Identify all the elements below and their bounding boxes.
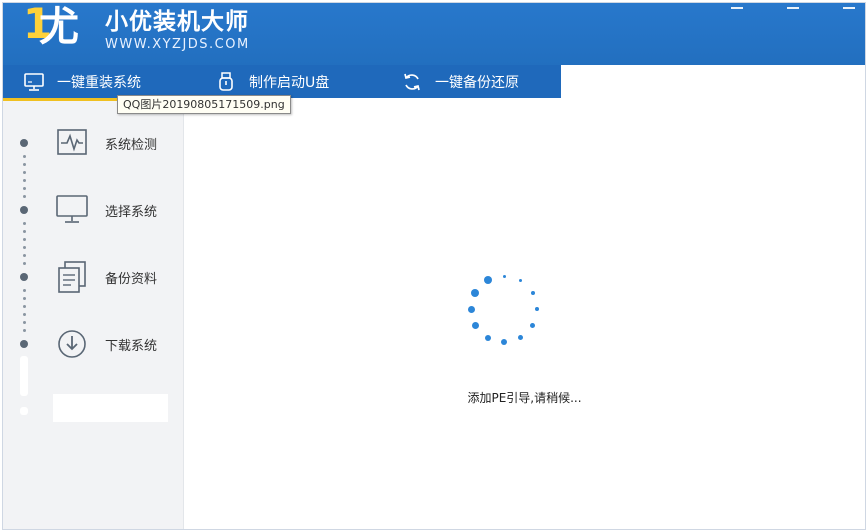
timeline-dot	[23, 321, 26, 324]
file-tooltip: QQ图片20190805171509.png	[117, 95, 291, 114]
menu-icon[interactable]	[731, 3, 743, 9]
timeline-dot	[23, 246, 26, 249]
step-select-system: 选择系统	[55, 193, 157, 227]
timeline-node	[20, 206, 28, 214]
main-content: 添加PE引导,请稍候...	[184, 101, 865, 529]
step-label: 系统检测	[105, 137, 158, 153]
spinner-dot	[471, 322, 479, 329]
timeline-dot	[23, 297, 26, 300]
sidebar-blank-panel	[53, 394, 168, 422]
logo: 1 尤	[23, 3, 85, 53]
timeline-dot	[23, 179, 26, 182]
timeline-dot	[23, 155, 26, 158]
tab-bar: 一键重装系统 制作启动U盘 一键备份还原	[3, 65, 561, 98]
step-label: 备份资料	[105, 271, 158, 287]
brand: 小优装机大师 WWW.XYZJDS.COM	[105, 9, 250, 52]
step-backup-data: 备份资料	[55, 260, 157, 294]
timeline-dot	[23, 262, 26, 265]
timeline-dot	[23, 313, 26, 316]
timeline-node	[20, 139, 28, 147]
timeline-node	[20, 273, 28, 281]
close-icon[interactable]	[843, 3, 855, 9]
timeline-progress-track	[20, 407, 28, 415]
download-icon	[55, 327, 89, 361]
timeline-dot	[23, 187, 26, 190]
tab-label: 制作启动U盘	[249, 74, 330, 91]
spinner-dot	[530, 323, 536, 328]
step-system-check: 系统检测	[55, 126, 157, 160]
timeline-node	[20, 340, 28, 348]
timeline-dot	[23, 195, 26, 198]
timeline-dot	[23, 171, 26, 174]
brand-name: 小优装机大师	[105, 9, 249, 35]
desktop-icon	[55, 193, 89, 227]
step-download-system: 下载系统	[55, 327, 157, 361]
app-window: 1 尤 小优装机大师 WWW.XYZJDS.COM 一键重装系统 制作启动U盘 …	[2, 2, 866, 530]
usb-icon	[215, 71, 237, 93]
timeline-progress-track	[20, 356, 28, 396]
timeline-dot	[23, 230, 26, 233]
timeline-dot	[23, 329, 26, 332]
window-controls	[731, 3, 855, 11]
status-text: 添加PE引导,请稍候...	[467, 391, 582, 405]
timeline-dot	[23, 289, 26, 292]
spinner-dot	[467, 305, 475, 313]
steps-sidebar: 系统检测 选择系统 备份资料 下载系统	[3, 101, 184, 529]
tab-label: 一键重装系统	[57, 74, 141, 91]
pulse-monitor-icon	[55, 126, 89, 160]
tab-make-usb-boot[interactable]: 制作启动U盘	[215, 65, 329, 98]
spinner-dot	[501, 339, 507, 345]
spinner-dot	[530, 290, 535, 295]
tab-backup-restore[interactable]: 一键备份还原	[401, 65, 519, 98]
spinner-dot	[535, 307, 539, 311]
spinner-dot	[502, 274, 506, 278]
minimize-icon[interactable]	[787, 3, 799, 9]
step-label: 选择系统	[105, 204, 158, 220]
step-label: 下载系统	[105, 338, 158, 354]
spinner-dot	[518, 335, 523, 341]
documents-icon	[55, 260, 89, 294]
refresh-icon	[401, 71, 423, 93]
brand-url: WWW.XYZJDS.COM	[105, 37, 250, 52]
logo-char: 尤	[39, 4, 79, 50]
timeline-dot	[23, 254, 26, 257]
tab-one-click-reinstall[interactable]: 一键重装系统	[23, 65, 141, 98]
spinner-dot	[484, 334, 491, 341]
timeline-dot	[23, 163, 26, 166]
tab-label: 一键备份还原	[435, 74, 519, 91]
spinner-dot	[519, 278, 522, 282]
loading-spinner	[466, 271, 542, 347]
monitor-icon	[23, 71, 45, 93]
header: 1 尤 小优装机大师 WWW.XYZJDS.COM	[3, 3, 865, 65]
spinner-dot	[471, 288, 480, 297]
timeline-dot	[23, 222, 26, 225]
timeline-dot	[23, 238, 26, 241]
spinner-dot	[483, 276, 492, 285]
timeline-dot	[23, 305, 26, 308]
